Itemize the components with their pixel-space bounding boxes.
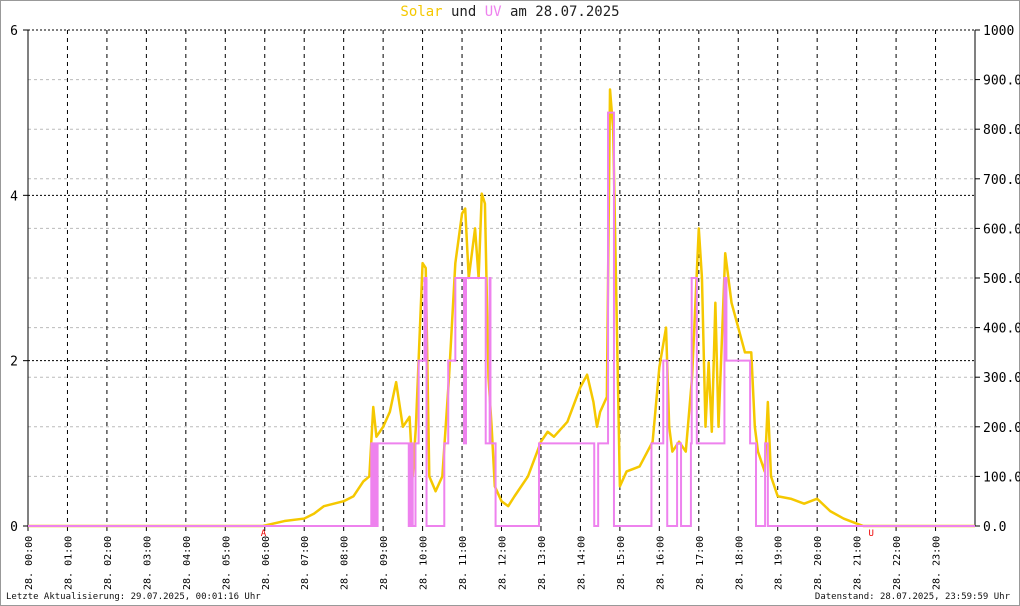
left-tick-label: 6: [10, 24, 18, 39]
left-tick-label: 2: [10, 355, 18, 370]
right-tick-label: 500.0: [983, 272, 1020, 287]
right-tick-label: 800.0: [983, 123, 1020, 138]
x-tick-label: 28. 12:00: [498, 536, 509, 590]
left-tick-label: 0: [10, 520, 18, 535]
marker-u: U: [868, 529, 873, 539]
left-tick-label: 4: [10, 189, 18, 204]
right-tick-label: 400.0: [983, 322, 1020, 337]
data-as-of-text: Datenstand: 28.07.2025, 23:59:59 Uhr: [814, 592, 1010, 602]
x-tick-label: 28. 09:00: [379, 536, 390, 590]
x-tick-label: 28. 05:00: [221, 536, 232, 590]
x-tick-label: 28. 22:00: [892, 536, 903, 590]
right-tick-label: 300.0: [983, 371, 1020, 386]
x-tick-label: 28. 20:00: [813, 536, 824, 590]
x-tick-label: 28. 13:00: [537, 536, 548, 590]
solar-line: [28, 88, 975, 528]
chart-svg: 0.0 100.0 200.0 300.0 400.0 500.0 600.0 700.0 80…: [10, 24, 1020, 590]
x-tick-label: 28. 07:00: [300, 536, 311, 590]
x-tick-label: 28. 11:00: [458, 536, 469, 590]
x-tick-label: 28. 00:00: [24, 536, 35, 590]
x-tick-label: 28. 23:00: [932, 536, 943, 590]
right-tick-label: 600.0: [983, 222, 1020, 237]
x-tick-label: 28. 01:00: [63, 536, 74, 590]
x-tick-label: 28. 10:00: [419, 536, 430, 590]
x-tick-label: 28. 15:00: [616, 536, 627, 590]
right-tick-label: 900.0: [983, 74, 1020, 89]
x-tick-label: 28. 14:00: [576, 536, 587, 590]
x-tick-label: 28. 18:00: [734, 536, 745, 590]
x-tick-label: 28. 06:00: [261, 536, 272, 590]
x-tick-label: 28. 16:00: [655, 536, 666, 590]
right-tick-label: 1000: [983, 24, 1014, 39]
last-update-text: Letzte Aktualisierung: 29.07.2025, 00:01…: [6, 592, 261, 602]
right-tick-label: 700.0: [983, 173, 1020, 188]
x-tick-label: 28. 02:00: [103, 536, 114, 590]
marker-a: A: [261, 529, 267, 539]
right-tick-label: 100.0: [983, 470, 1020, 485]
x-tick-label: 28. 17:00: [695, 536, 706, 590]
x-tick-label: 28. 04:00: [182, 536, 193, 590]
x-tick-label: 28. 19:00: [774, 536, 785, 590]
right-tick-label: 200.0: [983, 421, 1020, 436]
x-tick-label: 28. 08:00: [340, 536, 351, 590]
x-tick-label: 28. 21:00: [853, 536, 864, 590]
x-tick-label: 28. 03:00: [142, 536, 153, 590]
right-tick-label: 0.0: [983, 520, 1006, 535]
